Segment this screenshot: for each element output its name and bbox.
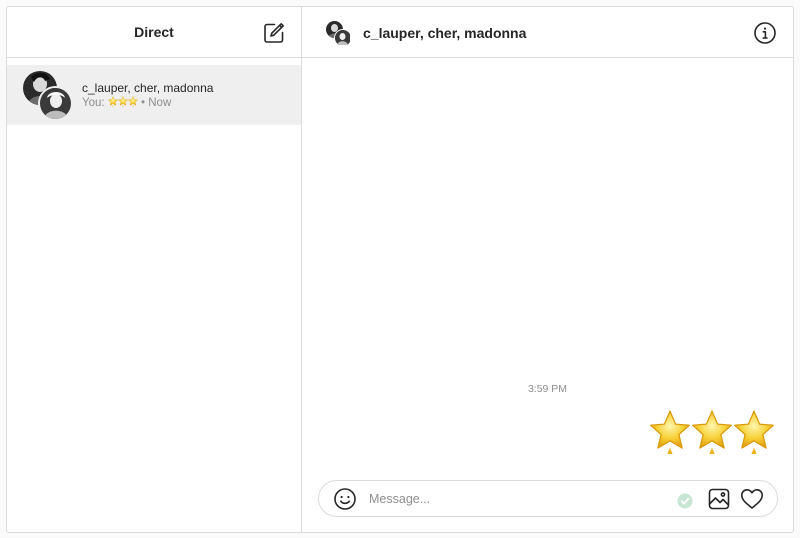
chat-header: c_lauper, cher, madonna	[302, 7, 793, 58]
group-avatar	[23, 71, 73, 121]
check-icon	[677, 493, 693, 509]
add-photo-button[interactable]	[708, 488, 730, 510]
message-composer	[318, 480, 778, 517]
new-message-button[interactable]	[262, 21, 286, 45]
direct-window: Direct c_lauper, cher, madonna You: • No…	[6, 6, 794, 533]
star-emoji-icon	[649, 409, 691, 455]
conversation-list-panel: Direct c_lauper, cher, madonna You: • No…	[7, 7, 302, 532]
conversation-preview: You: • Now	[82, 96, 171, 110]
preview-time: • Now	[141, 97, 172, 109]
compose-icon	[264, 23, 284, 43]
info-icon	[754, 22, 776, 44]
emoji-picker-button[interactable]	[333, 487, 357, 511]
conversation-info-button[interactable]	[753, 21, 777, 45]
like-button[interactable]	[740, 488, 764, 510]
star-emoji-icon	[691, 409, 733, 455]
image-icon	[708, 488, 730, 510]
smiley-icon	[334, 488, 356, 510]
conversation-item[interactable]: c_lauper, cher, madonna You: • Now	[7, 65, 301, 125]
conversation-list-header: Direct	[7, 7, 301, 58]
heart-icon	[741, 489, 763, 509]
chat-panel: c_lauper, cher, madonna 3:59 PM	[302, 7, 793, 532]
avatar	[334, 29, 352, 47]
star-emoji-icon	[128, 96, 138, 110]
preview-sender: You:	[82, 97, 105, 109]
sent-message[interactable]	[649, 409, 775, 455]
star-emoji-icon	[108, 96, 118, 110]
conversation-name: c_lauper, cher, madonna	[82, 81, 214, 95]
message-timestamp: 3:59 PM	[527, 383, 568, 395]
panel-title: Direct	[134, 24, 174, 40]
avatar	[38, 86, 73, 121]
group-avatar[interactable]	[326, 21, 352, 47]
chat-title[interactable]: c_lauper, cher, madonna	[363, 25, 526, 41]
message-input[interactable]	[369, 489, 619, 509]
star-emoji-icon	[118, 96, 128, 110]
star-emoji-icon	[733, 409, 775, 455]
